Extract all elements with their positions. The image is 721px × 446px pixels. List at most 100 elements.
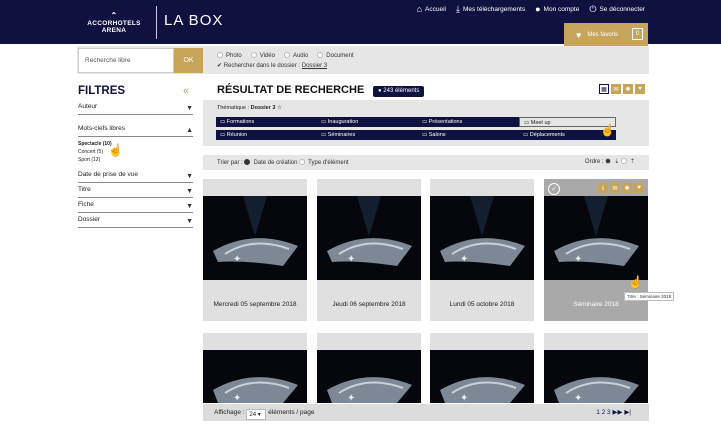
sort-label: Trier par : (217, 160, 243, 166)
filter-fiche[interactable]: Fiche ▼ (78, 201, 193, 213)
mail-icon[interactable]: ✉ (610, 183, 620, 193)
last-page-icon[interactable]: ▶| (624, 409, 631, 416)
chevron-down-icon: ▼ (186, 188, 193, 195)
card-toolbar: ⤓ ✉ ✺ ♥ (598, 183, 644, 193)
type-label: Vidéo (259, 53, 275, 59)
media-card[interactable]: ✦ (544, 333, 648, 403)
filter-auteur[interactable]: Auteur ▼ (78, 103, 193, 115)
keyword-sport[interactable]: Sport (12) (78, 156, 112, 164)
concert-photo: ✦ (203, 350, 307, 403)
filter-label: Dossier (78, 216, 101, 223)
media-card[interactable]: ✦ (203, 333, 307, 403)
svg-text:✦: ✦ (460, 254, 468, 265)
sort-date-option[interactable]: Date de création (244, 159, 297, 166)
keyword-concert[interactable]: Concert (5) (78, 148, 112, 156)
sort-descending-icon: ⇡ (629, 159, 635, 165)
media-type-options: Photo Vidéo Audio Document (217, 52, 354, 59)
svg-text:✦: ✦ (233, 254, 241, 265)
concert-photo: ✦ (544, 350, 648, 403)
radio-icon (283, 52, 290, 58)
concert-photo: ✦ (430, 196, 534, 280)
collapse-filters-icon[interactable]: « (183, 85, 189, 97)
media-card[interactable]: ✦ Lundi 05 octobre 2018 (430, 179, 534, 321)
filter-label: Date de prise de vue (78, 171, 138, 178)
type-photo[interactable]: Photo (217, 52, 242, 59)
type-video[interactable]: Vidéo (250, 52, 275, 59)
tag-salons[interactable]: ▭ Salons (418, 130, 519, 140)
type-label: Photo (226, 53, 242, 59)
concert-photo: ✦ (203, 196, 307, 280)
heart-icon[interactable]: ♥ (634, 183, 644, 193)
gear-icon[interactable]: ✺ (623, 84, 633, 94)
media-card[interactable]: ✦ Jeudi 06 septembre 2018 (317, 179, 421, 321)
tag-label: Séminaires (327, 132, 356, 138)
concert-image[interactable]: ✦ (430, 196, 534, 280)
concert-image[interactable]: ✦ (544, 350, 648, 403)
order-desc[interactable]: ⇡ (620, 158, 635, 165)
page-numbers[interactable]: 1 2 3 (596, 409, 610, 416)
media-card[interactable]: ✦ (317, 333, 421, 403)
nav-telechargements[interactable]: ⤓ Mes téléchargements (456, 5, 525, 14)
tag-seminaires[interactable]: ▭ Séminaires (317, 130, 418, 140)
nav-deconnecter[interactable]: ⏻ Se déconnecter (589, 5, 645, 14)
tag-reunion[interactable]: ▭ Réunion (216, 130, 317, 140)
tag-presentations[interactable]: ▭ Présentations (418, 117, 519, 127)
mail-icon[interactable]: ✉ (611, 84, 621, 94)
results-count: 243 éléments (383, 88, 420, 94)
next-page-icon[interactable]: ▶▶ (613, 409, 623, 416)
logo-mark: ⌃ (110, 11, 118, 20)
filter-date[interactable]: Date de prise de vue ▼ (78, 171, 193, 183)
grid-view-icon[interactable]: ▦ (599, 84, 609, 94)
search-in-folder-checkbox[interactable]: ✔ Rechercher dans le dossier : Dossier 3 (217, 62, 327, 69)
keyword-spectacle[interactable]: Spectacle (10) (78, 140, 112, 148)
download-icon[interactable]: ⤓ (598, 183, 608, 193)
thematique-line: Thématique : Dossier 3 ☆ (217, 105, 282, 111)
tag-label: Réunion (226, 132, 248, 138)
concert-image[interactable]: ✦ (317, 196, 421, 280)
concert-image[interactable]: ✦ (203, 196, 307, 280)
type-audio[interactable]: Audio (283, 52, 309, 59)
top-nav: ⌂ Accueil ⤓ Mes téléchargements ● Mon compt… (417, 5, 645, 14)
sort-bar: Trier par : Date de création Type d'élém… (203, 155, 649, 170)
search-input[interactable]: Recherche libre (78, 48, 174, 73)
type-document[interactable]: Document (317, 52, 354, 59)
nav-mon-compte[interactable]: ● Mon compte (535, 5, 579, 14)
per-page-control: Affichage : 24 ▾ éléments / page (214, 409, 315, 420)
filter-titre[interactable]: Titre ▼ (78, 186, 193, 198)
heart-icon[interactable]: ♥ (635, 84, 645, 94)
chevron-down-icon: ▼ (186, 105, 193, 112)
order-asc[interactable]: ⇣ (605, 158, 619, 165)
checkmark-icon: ✔ (217, 63, 223, 69)
radio-icon (217, 52, 223, 58)
search-ok-button[interactable]: OK (174, 48, 203, 73)
type-label: Audio (292, 53, 309, 59)
in-folder-link[interactable]: Dossier 3 (302, 63, 327, 69)
concert-image[interactable]: ✦ (203, 350, 307, 403)
filter-dossier[interactable]: Dossier ▼ (78, 216, 193, 228)
sort-controls: Trier par : Date de création Type d'élém… (217, 159, 349, 166)
star-icon[interactable]: ☆ (277, 105, 282, 111)
favorites-button[interactable]: ♥ Mes favoris 0 (564, 23, 648, 46)
per-page-select[interactable]: 24 ▾ (246, 409, 267, 420)
accorhotels-arena-logo[interactable]: ⌃ ACCORHOTELS ARENA (82, 11, 146, 35)
gear-icon[interactable]: ✺ (622, 183, 632, 193)
logo-divider (156, 6, 157, 39)
radio-icon (299, 159, 306, 165)
filter-mots-clefs[interactable]: Mots-clefs libres ▲ (78, 125, 193, 137)
tag-label: Formations (226, 119, 255, 125)
sort-type-option[interactable]: Type d'élément (299, 159, 349, 166)
concert-image[interactable]: ✦ (430, 350, 534, 403)
tag-label: Salons (428, 132, 446, 138)
pagination-bar: Affichage : 24 ▾ éléments / page 1 2 3 ▶… (203, 404, 649, 421)
concert-image[interactable]: ✦ (544, 196, 648, 280)
nav-accueil[interactable]: ⌂ Accueil (417, 5, 446, 14)
concert-image[interactable]: ✦ (317, 350, 421, 403)
sort-option-label: Type d'élément (308, 160, 349, 166)
select-check-icon[interactable]: ✓ (548, 183, 560, 195)
tag-inauguration[interactable]: ▭ Inauguration (317, 117, 418, 127)
media-card[interactable]: ✦ (430, 333, 534, 403)
media-card[interactable]: ✦ Mercredi 05 septembre 2018 (203, 179, 307, 321)
nav-label: Mon compte (543, 6, 580, 13)
results-title: RÉSULTAT DE RECHERCHE (217, 84, 365, 96)
tag-formations[interactable]: ▭ Formations (216, 117, 317, 127)
